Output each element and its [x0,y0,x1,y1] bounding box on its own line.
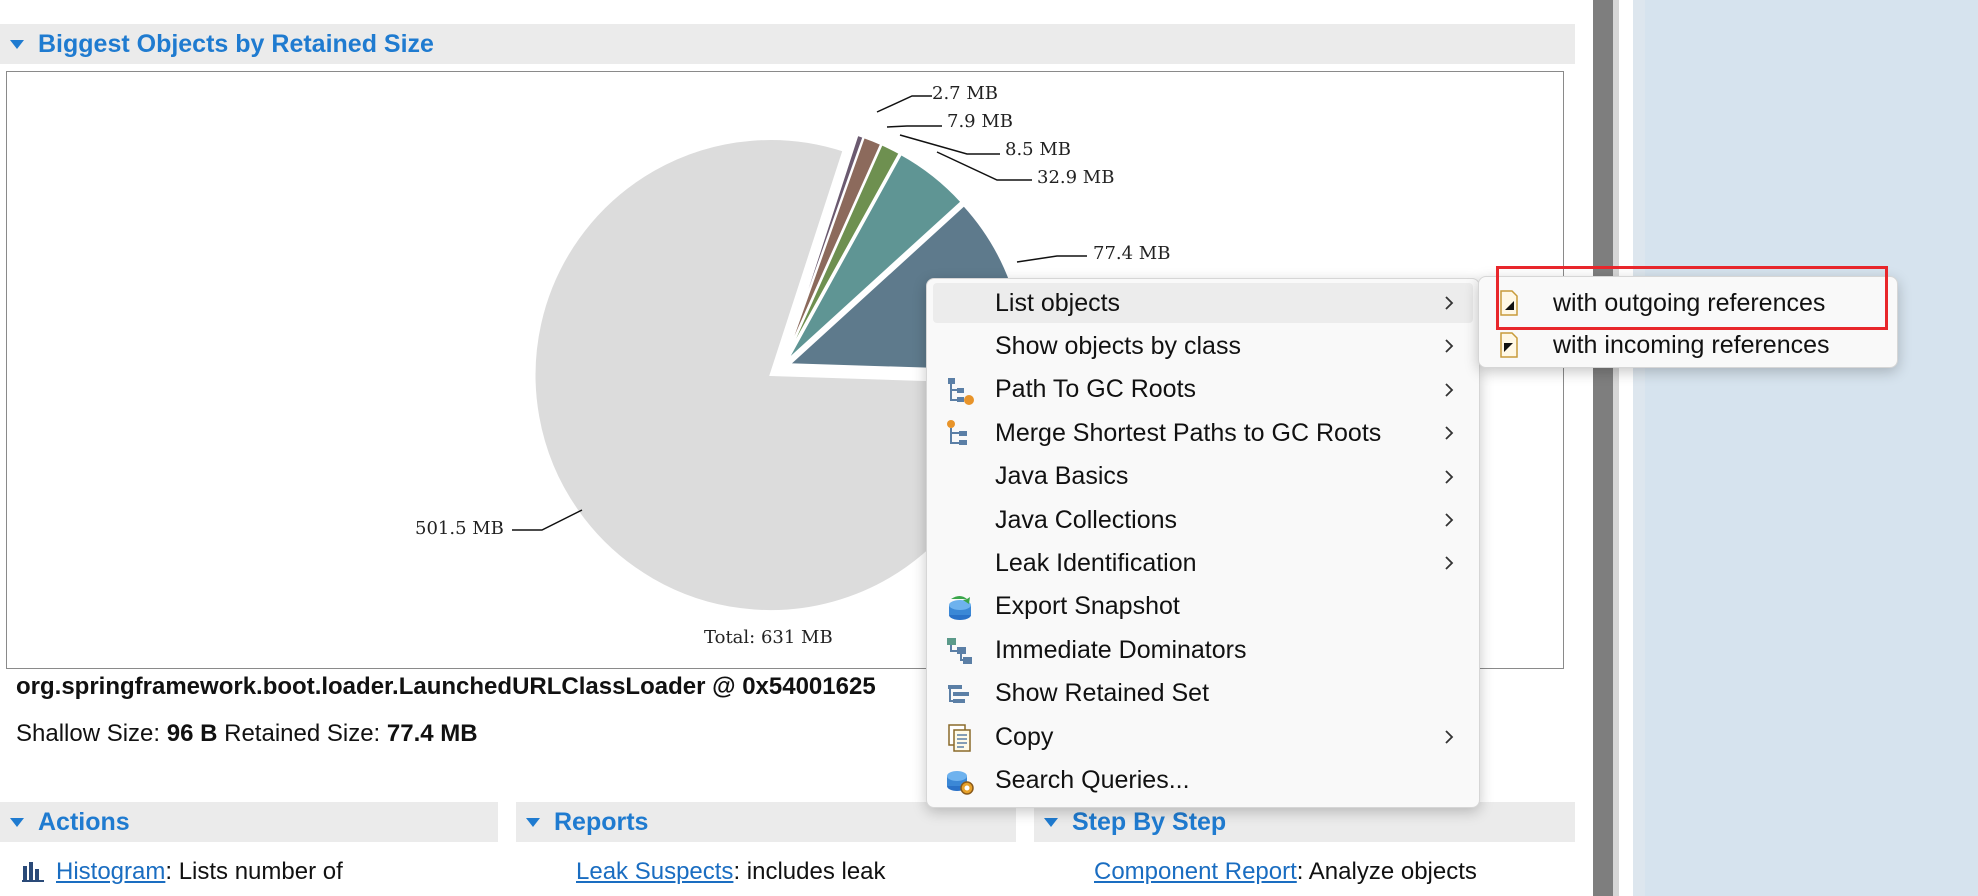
submenu-arrow-icon [1445,383,1454,397]
menu-item-label: Path To GC Roots [995,375,1197,404]
submenu-arrow-icon [1445,339,1454,354]
right-panel-edge [1633,0,1645,896]
menu-item-immediate-dominators[interactable]: Immediate Dominators [933,630,1473,670]
leak-suspects-row: Leak Suspects: includes leak [576,858,886,886]
retained-set-icon [945,680,975,710]
menu-item-java-collections[interactable]: Java Collections [933,500,1473,540]
pie-slice-label: 32.9 MB [1037,167,1114,188]
section-title: Step By Step [1072,807,1227,836]
context-menu: List objects Show objects by class Path To… [926,278,1480,808]
incoming-references-icon [1500,332,1518,358]
outgoing-references-icon [1500,290,1518,316]
list-objects-submenu: with outgoing references with incoming r… [1478,276,1898,368]
pie-leader-line [899,134,1000,155]
object-sizes: Shallow Size: 96 B Retained Size: 77.4 M… [16,720,478,748]
leak-suspects-link[interactable]: Leak Suspects [576,858,733,885]
collapse-caret-icon[interactable] [526,817,540,827]
splitter-gap [1619,0,1633,896]
search-queries-icon [945,766,975,796]
menu-item-list-objects[interactable]: List objects [933,283,1473,323]
collapse-caret-icon[interactable] [10,817,24,827]
collapse-caret-icon[interactable] [10,39,24,49]
menu-item-label: List objects [995,288,1121,317]
shallow-size-label: Shallow Size: [16,720,161,747]
pie-slice-label: 7.9 MB [947,111,1013,132]
menu-item-label: Copy [995,722,1054,751]
component-report-description: : Analyze objects [1296,858,1477,885]
submenu-item-incoming-references[interactable]: with incoming references [1485,325,1891,365]
menu-item-search-queries[interactable]: Search Queries... [933,760,1473,800]
submenu-arrow-icon [1445,556,1454,571]
menu-item-label: Java Basics [995,462,1129,491]
section-title: Biggest Objects by Retained Size [38,29,434,58]
submenu-arrow-icon [1445,426,1454,440]
pie-leader-line [876,95,932,113]
submenu-arrow-icon [1445,296,1454,310]
menu-item-export-snapshot[interactable]: Export Snapshot [933,587,1473,627]
menu-item-path-to-gc-roots[interactable]: Path To GC Roots [933,370,1473,410]
menu-item-label: Merge Shortest Paths to GC Roots [995,418,1382,447]
pie-slice-label: 2.7 MB [932,83,998,104]
pie-slice-label: 501.5 MB [415,518,504,539]
pie-leader-line [1016,255,1087,263]
menu-item-label: Show Retained Set [995,679,1210,708]
merge-paths-icon [945,419,975,449]
pie-leader-line [886,125,942,128]
submenu-arrow-icon [1445,469,1454,484]
submenu-item-label: with outgoing references [1553,288,1826,317]
menu-item-label: Search Queries... [995,765,1190,794]
submenu-arrow-icon [1445,513,1454,527]
shallow-size-value: 96 B [166,720,218,747]
menu-item-show-retained-set[interactable]: Show Retained Set [933,674,1473,714]
histogram-link[interactable]: Histogram [56,858,165,885]
pie-slice-label: 8.5 MB [1005,139,1071,160]
collapse-caret-icon[interactable] [1044,817,1058,827]
section-title: Actions [38,807,130,836]
section-title: Reports [554,807,649,836]
retained-size-value: 77.4 MB [386,720,478,747]
section-header-step-by-step[interactable]: Step By Step [1034,802,1575,842]
histogram-row: Histogram: Lists number of [22,858,343,886]
pie-leader-line [512,509,583,531]
menu-item-label: Leak Identification [995,548,1197,577]
path-to-gc-roots-icon [945,376,975,406]
menu-item-label: Java Collections [995,505,1178,534]
menu-item-merge-shortest-paths-to-gc-roots[interactable]: Merge Shortest Paths to GC Roots [933,413,1473,453]
submenu-item-label: with incoming references [1553,330,1830,359]
component-report-link[interactable]: Component Report [1094,858,1297,885]
menu-item-label: Show objects by class [995,331,1241,360]
pie-slice-label: 77.4 MB [1093,243,1170,264]
menu-item-label: Export Snapshot [995,592,1180,621]
immediate-dominators-icon [945,636,975,666]
menu-item-java-basics[interactable]: Java Basics [933,457,1473,497]
section-header-biggest-objects[interactable]: Biggest Objects by Retained Size [0,24,1575,64]
export-snapshot-icon [945,593,975,623]
leak-suspects-description: : includes leak [733,858,886,885]
pie-total-label: Total: 631 MB [704,627,833,648]
section-header-actions[interactable]: Actions [0,802,498,842]
menu-item-show-objects-by-class[interactable]: Show objects by class [933,326,1473,366]
histogram-icon [22,862,44,882]
histogram-description: : Lists number of [165,858,343,885]
splitter-bar[interactable] [1593,0,1613,896]
object-name: org.springframework.boot.loader.Launched… [16,673,876,700]
section-header-reports[interactable]: Reports [516,802,1016,842]
menu-item-leak-identification[interactable]: Leak Identification [933,543,1473,583]
right-panel [1645,0,1978,896]
component-report-row: Component Report: Analyze objects [1094,858,1477,886]
submenu-item-outgoing-references[interactable]: with outgoing references [1485,283,1891,323]
menu-item-copy[interactable]: Copy [933,717,1473,757]
copy-icon [945,723,975,753]
menu-item-label: Immediate Dominators [995,635,1247,664]
submenu-arrow-icon [1445,730,1454,744]
retained-size-label: Retained Size: [224,720,381,747]
